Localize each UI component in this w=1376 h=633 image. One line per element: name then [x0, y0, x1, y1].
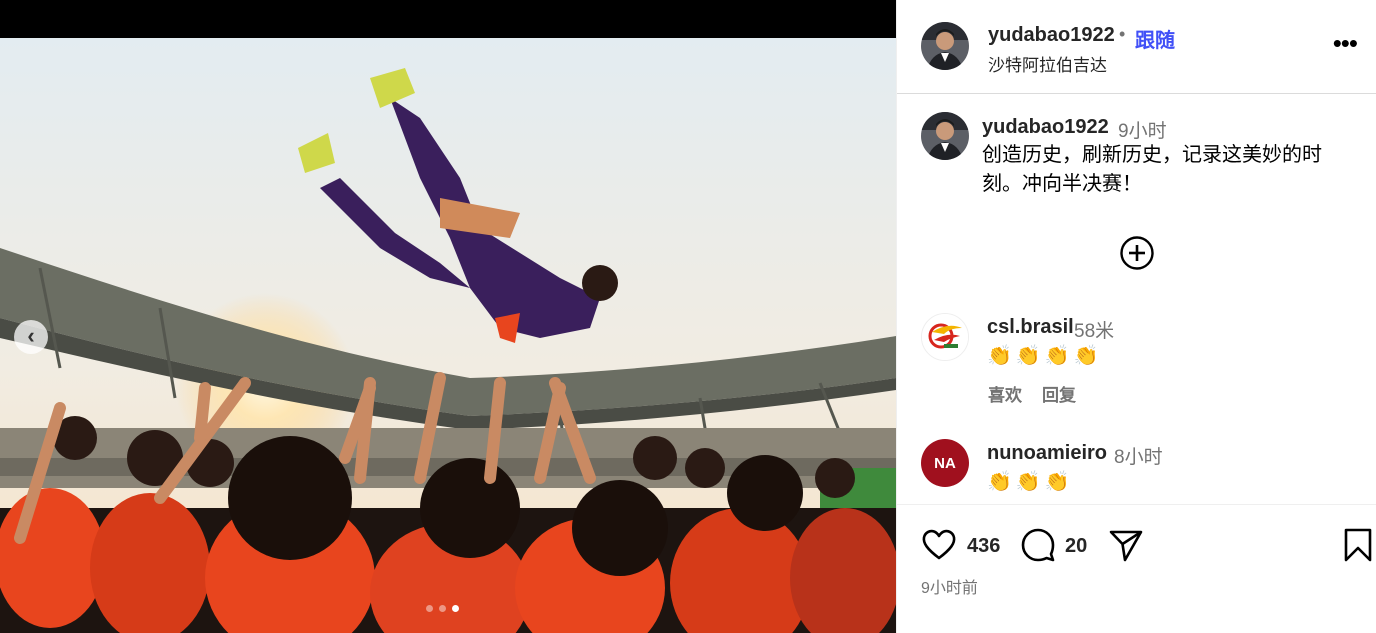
comment-reply-button[interactable]: 回复	[1042, 381, 1076, 406]
comment-time: 8小时	[1114, 447, 1163, 468]
comment-username[interactable]: nunoamieiro	[987, 442, 1107, 465]
follow-button[interactable]: 跟随	[1135, 24, 1175, 53]
carousel-prev-button[interactable]: ‹	[14, 320, 48, 354]
bookmark-icon[interactable]	[1340, 527, 1376, 563]
plus-circle-icon	[1120, 236, 1154, 270]
celebration-photo	[0, 38, 896, 633]
caption-time: 9小时	[1118, 121, 1167, 142]
author-username[interactable]: yudabao1922	[988, 24, 1115, 47]
caption-text: 创造历史，刷新历史，记录这美妙的时刻。冲向半决赛！	[982, 144, 1322, 195]
post-media: ‹	[0, 0, 896, 633]
comment-username[interactable]: csl.brasil	[987, 316, 1074, 339]
caption-avatar-image	[921, 112, 969, 160]
post-location[interactable]: 沙特阿拉伯吉达	[988, 51, 1107, 76]
post-details-panel: yudabao1922 • 跟随 沙特阿拉伯吉达 ••• yudabao1922…	[896, 0, 1376, 633]
comment-avatar[interactable]: NA	[921, 439, 969, 487]
caption-author-avatar[interactable]	[921, 112, 969, 160]
comment-text: 👏👏👏👏	[987, 345, 1103, 367]
comment-time: 58米	[1074, 321, 1115, 342]
like-count[interactable]: 436	[967, 535, 1000, 558]
comment-count[interactable]: 20	[1065, 535, 1087, 558]
carousel-dot	[426, 605, 433, 612]
comment-text: 👏👏👏	[987, 471, 1074, 493]
post-header: yudabao1922 • 跟随 沙特阿拉伯吉达 •••	[897, 0, 1376, 94]
heart-icon[interactable]	[921, 527, 957, 563]
author-avatar[interactable]	[921, 22, 969, 70]
post-photo	[0, 38, 896, 633]
carousel-dot-active	[452, 605, 459, 612]
load-more-comments-button[interactable]	[1119, 235, 1155, 271]
comment-icon[interactable]	[1020, 527, 1056, 563]
post-actions-bar: 436 20 9小时前	[897, 504, 1376, 633]
post-timestamp[interactable]: 9小时前	[921, 574, 978, 598]
avatar-initials: NA	[934, 454, 956, 472]
header-separator: •	[1119, 24, 1126, 44]
carousel-dot	[439, 605, 446, 612]
csl-brasil-logo	[922, 314, 968, 360]
caption-username[interactable]: yudabao1922	[982, 116, 1109, 139]
comment-avatar[interactable]	[921, 313, 969, 361]
share-icon[interactable]	[1108, 527, 1144, 563]
more-options-icon[interactable]: •••	[1333, 30, 1358, 56]
carousel-indicator	[426, 605, 459, 612]
chevron-left-icon: ‹	[27, 323, 35, 348]
author-avatar-image	[921, 22, 969, 70]
comment-like-button[interactable]: 喜欢	[988, 381, 1022, 406]
